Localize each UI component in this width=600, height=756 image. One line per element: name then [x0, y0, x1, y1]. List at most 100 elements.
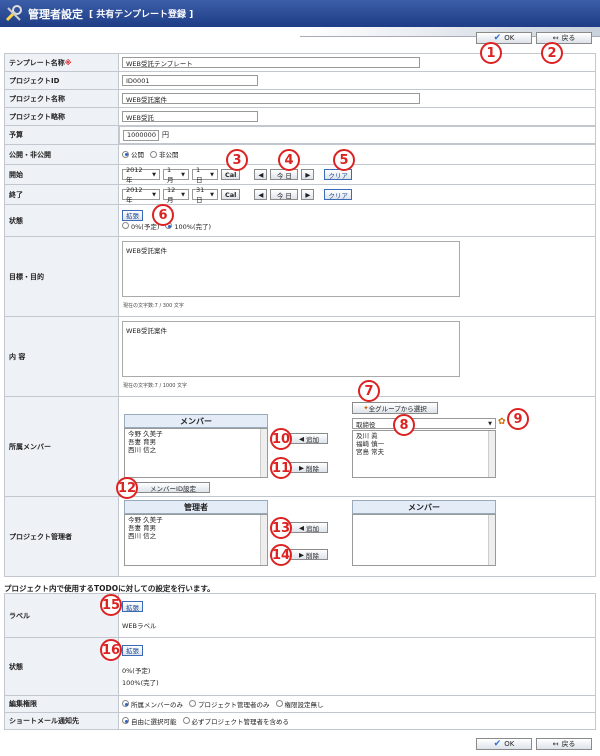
wrench-icon — [5, 4, 22, 21]
end-month-select[interactable]: 12月 ▼ — [163, 186, 189, 204]
mail-label: ショートメール通知先 — [4, 712, 119, 730]
end-calendar-button[interactable]: Cal — [221, 189, 241, 200]
annotation-6: 6 — [152, 204, 174, 226]
annotation-13: 13 — [270, 517, 292, 539]
start-label: 開始 — [4, 164, 119, 185]
list-item[interactable]: 宮島 常夫 — [356, 448, 492, 456]
back-button-bottom[interactable]: ↤ 戻る — [536, 738, 592, 750]
scrollbar[interactable] — [260, 515, 267, 565]
perm-managers-radio[interactable]: プロジェクト管理者のみ — [189, 699, 270, 709]
back-label: 戻る — [561, 34, 576, 42]
list-item[interactable]: 吾妻 育男 — [128, 438, 264, 446]
manager-add-button[interactable]: ◀ 追加 — [290, 522, 328, 533]
member-add-button[interactable]: ◀ 追加 — [290, 433, 328, 444]
members-listbox[interactable]: 今野 久美子 吾妻 育男 西川 信之 — [124, 428, 268, 478]
visibility-label: 公開・非公開 — [4, 144, 119, 165]
managers-label: プロジェクト管理者 — [4, 496, 119, 577]
start-prev-day-button[interactable]: ◀ — [254, 169, 268, 180]
status-done-radio[interactable]: 100%(完了) — [165, 221, 211, 231]
candidates-listbox[interactable]: 及川 眞 福崎 慎一 宮島 常夫 — [352, 430, 496, 478]
annotation-16: 16 — [100, 639, 122, 661]
members-list-header: メンバー — [124, 414, 268, 428]
list-item[interactable]: 及川 眞 — [356, 432, 492, 440]
ok-label: OK — [504, 740, 515, 748]
ok-button-bottom[interactable]: ✔ OK — [476, 738, 532, 750]
project-short-input[interactable]: WEB受託 — [122, 111, 258, 122]
list-item[interactable]: 福崎 慎一 — [356, 440, 492, 448]
public-radio[interactable]: 公開 — [122, 149, 144, 159]
annotation-5: 5 — [333, 149, 355, 171]
annotation-14: 14 — [270, 544, 292, 566]
mail-manager-radio[interactable]: 必ずプロジェクト管理者を含める — [182, 716, 289, 726]
group-select-button[interactable]: ✦ 全グループから選択 — [352, 402, 438, 414]
list-item[interactable]: 吾妻 育男 — [128, 524, 264, 532]
member-id-button[interactable]: メンバーID設定 — [136, 482, 210, 493]
back-arrow-icon: ↤ — [552, 34, 559, 42]
perm-members-radio[interactable]: 所属メンバーのみ — [122, 699, 183, 709]
annotation-9: 9 — [507, 408, 529, 430]
budget-input[interactable]: 1000000 — [123, 129, 159, 141]
start-today-button[interactable]: 今 日 — [270, 169, 299, 180]
todo-status-expand-button[interactable]: 拡張 — [122, 644, 143, 656]
start-day-select[interactable]: 1日 ▼ — [192, 166, 218, 184]
goal-label: 目標・目的 — [4, 236, 119, 317]
end-clear-button[interactable]: クリア — [324, 189, 352, 200]
status-label: 状態 — [4, 204, 119, 237]
ok-button-top[interactable]: ✔ OK — [476, 32, 532, 44]
todo-status-value: 100%(完了) — [122, 678, 159, 687]
project-form: テンプレート名称※ WEB受託テンプレート プロジェクトID ID0001 プロ… — [4, 53, 596, 577]
group-search-icon[interactable]: ✿ — [498, 417, 506, 427]
start-year-select[interactable]: 2012年 ▼ — [122, 166, 160, 184]
annotation-11: 11 — [270, 457, 292, 479]
status-expand-button[interactable]: 拡張 — [122, 209, 143, 221]
other-members-listbox[interactable] — [352, 514, 496, 566]
other-members-header: メンバー — [352, 500, 496, 514]
managers-listbox[interactable]: 今野 久美子 吾妻 育男 西川 信之 — [124, 514, 268, 566]
project-name-input[interactable]: WEB受託案件 — [122, 93, 420, 104]
project-id-label: プロジェクトID — [4, 71, 119, 90]
template-name-input[interactable]: WEB受託テンプレート — [122, 57, 420, 68]
start-month-select[interactable]: 1月 ▼ — [163, 166, 189, 184]
content-textarea[interactable]: WEB受託案件 — [122, 321, 460, 377]
end-year-select[interactable]: 2012年 ▼ — [122, 186, 160, 204]
title-bar: 管理者設定 [ 共有テンプレート登録 ] — [0, 0, 600, 27]
member-remove-button[interactable]: ▶ 削除 — [290, 462, 328, 473]
scrollbar[interactable] — [488, 515, 495, 565]
start-next-day-button[interactable]: ▶ — [301, 169, 315, 180]
goal-textarea[interactable]: WEB受託案件 — [122, 241, 460, 297]
todo-form: ラベル 拡張 WEBラベル 状態 拡張 0%(予定) 100%(完了) 編集権限 所属… — [4, 593, 596, 730]
page-subtitle: [ 共有テンプレート登録 ] — [89, 10, 194, 20]
managers-list-header: 管理者 — [124, 500, 268, 514]
annotation-1: 1 — [480, 42, 502, 64]
list-item[interactable]: 今野 久美子 — [128, 516, 264, 524]
start-clear-button[interactable]: クリア — [324, 169, 352, 180]
template-name-label: テンプレート名称※ — [4, 53, 119, 72]
list-item[interactable]: 西川 信之 — [128, 446, 264, 454]
back-arrow-icon: ↤ — [552, 740, 559, 748]
end-today-button[interactable]: 今 日 — [270, 189, 299, 200]
budget-unit: 円 — [162, 131, 169, 139]
goal-counter: 現在の文字数:7 / 300 文字 — [123, 303, 184, 309]
content-label: 内 容 — [4, 316, 119, 397]
content-counter: 現在の文字数:7 / 1000 文字 — [123, 383, 188, 389]
end-prev-day-button[interactable]: ◀ — [254, 189, 268, 200]
private-radio[interactable]: 非公開 — [150, 149, 179, 159]
todo-label-expand-button[interactable]: 拡張 — [122, 601, 143, 612]
annotation-2: 2 — [541, 42, 563, 64]
back-button-top[interactable]: ↤ 戻る — [536, 32, 592, 44]
manager-remove-button[interactable]: ▶ 削除 — [290, 549, 328, 560]
scrollbar[interactable] — [488, 431, 495, 477]
back-label: 戻る — [561, 740, 576, 748]
project-id-input[interactable]: ID0001 — [122, 75, 258, 86]
page-title: 管理者設定 — [28, 7, 83, 21]
list-item[interactable]: 西川 信之 — [128, 532, 264, 540]
scrollbar[interactable] — [260, 429, 267, 477]
group-dropdown[interactable]: 取締役 ▼ — [352, 418, 496, 429]
end-day-select[interactable]: 31日 ▼ — [192, 186, 218, 204]
project-name-label: プロジェクト名称 — [4, 89, 119, 108]
list-item[interactable]: 今野 久美子 — [128, 430, 264, 438]
perm-none-radio[interactable]: 権限設定無し — [275, 699, 324, 709]
budget-label: 予算 — [4, 125, 119, 145]
mail-free-radio[interactable]: 自由に選択可能 — [122, 716, 177, 726]
end-next-day-button[interactable]: ▶ — [301, 189, 315, 200]
